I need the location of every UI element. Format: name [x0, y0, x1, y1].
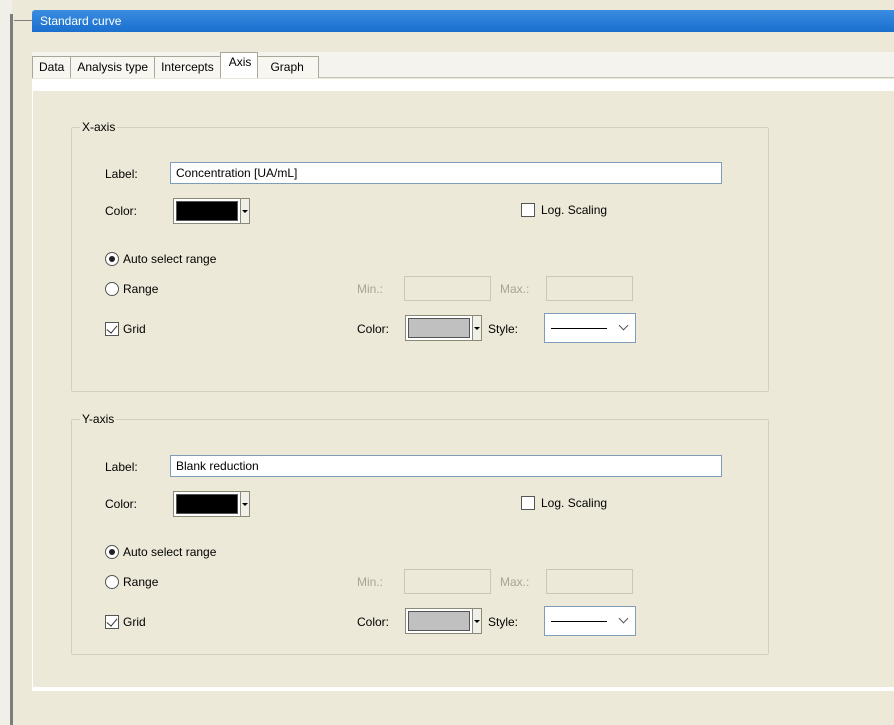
- x-axis-label-input[interactable]: Concentration [UA/mL]: [170, 162, 722, 184]
- y-axis-auto-range-label: Auto select range: [123, 545, 217, 559]
- panel-bottom-edge: [32, 687, 894, 691]
- tab-analysis-type[interactable]: Analysis type: [70, 56, 156, 78]
- x-axis-range-label: Range: [123, 282, 159, 296]
- y-axis-group: Y-axis Label: Blank reduction Color: Log…: [71, 412, 769, 655]
- y-axis-line-style-select[interactable]: [544, 606, 636, 636]
- y-axis-range-radio[interactable]: [105, 575, 119, 589]
- y-axis-group-title: Y-axis: [80, 412, 117, 426]
- tab-intercepts[interactable]: Intercepts: [154, 56, 221, 78]
- x-axis-grid-color-caption: Color:: [357, 322, 390, 336]
- x-axis-color-swatch: [176, 201, 238, 221]
- y-axis-grid-checkbox[interactable]: [105, 615, 119, 629]
- x-axis-auto-range-radio[interactable]: [105, 252, 119, 266]
- y-axis-log-scaling-label: Log. Scaling: [541, 496, 608, 510]
- chevron-down-icon: [242, 209, 248, 213]
- left-border-line: [10, 14, 13, 725]
- x-axis-auto-range-label: Auto select range: [123, 252, 217, 266]
- y-axis-range-label: Range: [123, 575, 159, 589]
- x-axis-log-scaling-checkbox[interactable]: [521, 203, 535, 217]
- tab-axis[interactable]: Axis: [219, 52, 259, 78]
- tabs: Data Analysis type Intercepts Axis Graph: [32, 52, 319, 78]
- chevron-down-icon: [474, 619, 480, 623]
- x-axis-grid-checkbox[interactable]: [105, 322, 119, 336]
- y-axis-style-caption: Style:: [488, 615, 519, 629]
- x-axis-min-input: [404, 276, 491, 301]
- x-axis-label-caption: Label:: [105, 167, 138, 181]
- y-axis-grid-color-caption: Color:: [357, 615, 390, 629]
- standard-curve-window: Data Analysis type Intercepts Axis Graph…: [32, 32, 894, 725]
- y-axis-min-caption: Min.:: [357, 575, 384, 589]
- left-tick: [14, 20, 32, 21]
- y-axis-color-swatch: [176, 494, 238, 514]
- tab-graph[interactable]: Graph: [257, 56, 319, 78]
- x-axis-max-caption: Max.:: [500, 282, 530, 296]
- y-axis-min-input: [404, 569, 491, 594]
- y-axis-grid-color-swatch: [408, 611, 470, 631]
- line-style-preview: [551, 621, 607, 622]
- y-axis-grid-label: Grid: [123, 615, 146, 629]
- x-axis-log-scaling-label: Log. Scaling: [541, 203, 608, 217]
- x-axis-style-caption: Style:: [488, 322, 519, 336]
- line-style-preview: [551, 328, 607, 329]
- chevron-down-icon: [618, 320, 629, 331]
- x-axis-group: X-axis Label: Concentration [UA/mL] Colo…: [71, 120, 769, 392]
- y-axis-auto-range-radio[interactable]: [105, 545, 119, 559]
- window-title-bar[interactable]: Standard curve: [32, 10, 894, 32]
- y-axis-color-picker[interactable]: [173, 491, 250, 517]
- x-axis-color-picker[interactable]: [173, 198, 250, 224]
- x-axis-min-caption: Min.:: [357, 282, 384, 296]
- y-axis-grid-color-dropdown[interactable]: [472, 609, 481, 633]
- y-axis-label-input[interactable]: Blank reduction: [170, 455, 722, 477]
- y-axis-log-scaling-checkbox[interactable]: [521, 496, 535, 510]
- x-axis-line-style-select[interactable]: [544, 313, 636, 343]
- y-axis-color-caption: Color:: [105, 497, 138, 511]
- y-axis-max-caption: Max.:: [500, 575, 530, 589]
- y-axis-max-input: [546, 569, 633, 594]
- chevron-down-icon: [242, 502, 248, 506]
- x-axis-range-radio[interactable]: [105, 282, 119, 296]
- x-axis-group-title: X-axis: [80, 120, 118, 134]
- chevron-down-icon: [474, 326, 480, 330]
- y-axis-label-caption: Label:: [105, 460, 138, 474]
- x-axis-grid-label: Grid: [123, 322, 146, 336]
- x-axis-grid-color-swatch: [408, 318, 470, 338]
- tab-strip: Data Analysis type Intercepts Axis Graph: [32, 52, 894, 78]
- y-axis-grid-color-picker[interactable]: [405, 608, 482, 634]
- tab-content-top: [32, 79, 894, 91]
- tab-data[interactable]: Data: [32, 56, 72, 78]
- x-axis-color-caption: Color:: [105, 204, 138, 218]
- x-axis-max-input: [546, 276, 633, 301]
- window-title: Standard curve: [40, 14, 122, 28]
- x-axis-color-dropdown[interactable]: [240, 199, 249, 223]
- x-axis-grid-color-picker[interactable]: [405, 315, 482, 341]
- x-axis-grid-color-dropdown[interactable]: [472, 316, 481, 340]
- axis-tab-panel: X-axis Label: Concentration [UA/mL] Colo…: [32, 91, 894, 691]
- y-axis-color-dropdown[interactable]: [240, 492, 249, 516]
- chevron-down-icon: [618, 613, 629, 624]
